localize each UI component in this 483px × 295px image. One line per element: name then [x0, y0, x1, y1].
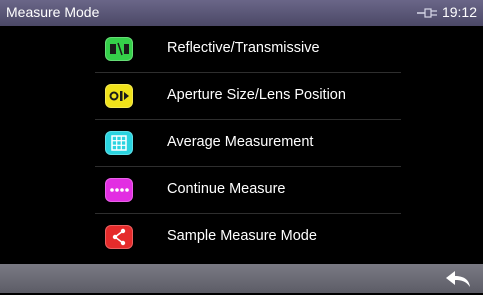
menu-item-label: Reflective/Transmissive	[167, 40, 320, 56]
measure-mode-menu: Reflective/Transmissive Aperture Size/Le…	[0, 26, 483, 264]
continue-dots-icon	[105, 178, 133, 202]
clock-time: 19:12	[441, 4, 477, 20]
back-button[interactable]	[443, 268, 473, 290]
aperture-lens-icon	[105, 84, 133, 108]
menu-item-label: Continue Measure	[167, 181, 286, 197]
sample-mode-icon	[105, 225, 133, 249]
menu-item-label: Aperture Size/Lens Position	[167, 87, 346, 103]
reflective-transmissive-icon	[105, 37, 133, 61]
menu-item-aperture-lens[interactable]: Aperture Size/Lens Position	[95, 73, 401, 120]
menu-item-label: Sample Measure Mode	[167, 228, 317, 244]
average-grid-icon	[105, 131, 133, 155]
menu-item-sample-measure-mode[interactable]: Sample Measure Mode	[95, 214, 401, 260]
menu-item-reflective-transmissive[interactable]: Reflective/Transmissive	[95, 26, 401, 73]
status-area: 19:12	[416, 4, 477, 20]
title-bar: Measure Mode 19:12	[0, 0, 483, 26]
menu-item-continue-measure[interactable]: Continue Measure	[95, 167, 401, 214]
menu-item-average-measurement[interactable]: Average Measurement	[95, 120, 401, 167]
bottom-bar	[0, 264, 483, 293]
back-arrow-icon	[446, 271, 470, 287]
plug-icon	[416, 6, 439, 18]
menu-item-label: Average Measurement	[167, 134, 314, 150]
page-title: Measure Mode	[6, 4, 100, 20]
